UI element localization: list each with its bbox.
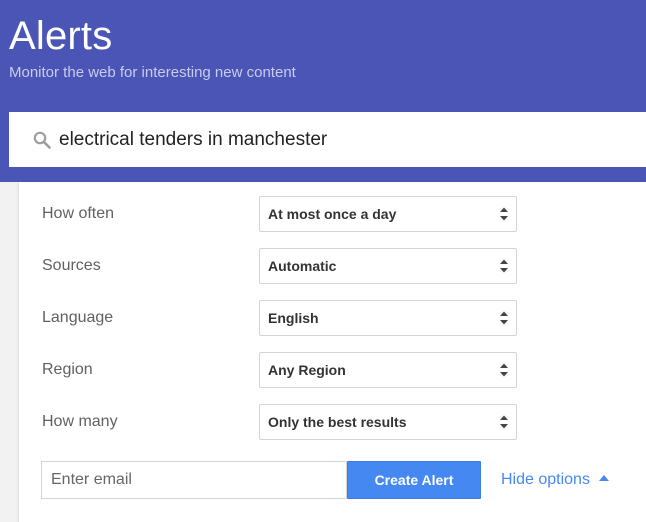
select-arrows-icon <box>500 311 508 325</box>
caret-up-icon <box>598 474 609 481</box>
select-arrows-icon <box>500 363 508 377</box>
create-alert-button[interactable]: Create Alert <box>347 461 481 499</box>
how-often-value: At most once a day <box>268 206 397 222</box>
email-field[interactable] <box>41 461 347 499</box>
how-often-select[interactable]: At most once a day <box>259 196 517 232</box>
sources-select[interactable]: Automatic <box>259 248 517 284</box>
sources-value: Automatic <box>268 258 337 274</box>
search-input[interactable] <box>59 112 629 167</box>
how-many-select[interactable]: Only the best results <box>259 404 517 440</box>
language-select[interactable]: English <box>259 300 517 336</box>
sources-label: Sources <box>42 257 101 274</box>
region-label: Region <box>42 361 93 378</box>
option-row-region: Region Any Region <box>19 352 646 388</box>
how-many-label: How many <box>42 413 118 430</box>
region-value: Any Region <box>268 362 346 378</box>
search-icon <box>33 131 51 149</box>
search-box[interactable] <box>9 112 646 167</box>
language-label: Language <box>42 309 114 326</box>
how-many-value: Only the best results <box>268 414 407 430</box>
hide-options-link[interactable]: Hide options <box>501 461 609 499</box>
select-arrows-icon <box>500 259 508 273</box>
hide-options-label: Hide options <box>501 471 590 488</box>
page-subtitle: Monitor the web for interesting new cont… <box>9 64 296 81</box>
language-value: English <box>268 310 319 326</box>
option-row-how-often: How often At most once a day <box>19 196 646 232</box>
select-arrows-icon <box>500 415 508 429</box>
option-row-sources: Sources Automatic <box>19 248 646 284</box>
header-bar: Alerts Monitor the web for interesting n… <box>0 0 646 182</box>
how-often-label: How often <box>42 205 115 222</box>
select-arrows-icon <box>500 207 508 221</box>
region-select[interactable]: Any Region <box>259 352 517 388</box>
option-row-how-many: How many Only the best results <box>19 404 646 440</box>
page-title: Alerts <box>9 14 113 58</box>
option-row-language: Language English <box>19 300 646 336</box>
options-panel: How often At most once a day Sources Aut… <box>19 182 646 522</box>
